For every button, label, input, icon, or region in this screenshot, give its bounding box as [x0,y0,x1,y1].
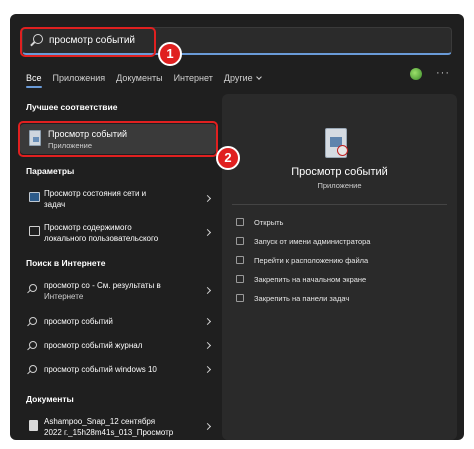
tab-apps[interactable]: Приложения [53,73,106,83]
section-best-match: Лучшее соответствие [26,102,118,112]
detail-panel: Просмотр событий Приложение Открыть Запу… [222,94,457,440]
list-item[interactable]: просмотр со - См. результаты в Интернете [20,278,216,304]
chevron-right-icon [203,341,212,350]
item-line1: просмотр событий журнал [44,341,143,350]
section-settings: Параметры [26,166,75,176]
callout-badge-1: 1 [158,42,182,66]
section-web-search: Поиск в Интернете [26,258,106,268]
pin-icon [236,275,244,283]
tab-more-label: Другие [223,73,253,83]
list-item[interactable]: Просмотр состояния сети и задач [20,186,216,212]
filter-tabs: Все Приложения Документы Интернет Другие [26,69,272,88]
tab-all[interactable]: Все [26,73,42,88]
chevron-right-icon [203,228,212,237]
shield-icon [236,237,244,245]
chevron-right-icon [203,286,212,295]
action-label: Открыть [254,218,284,227]
list-item[interactable]: просмотр событий журнал [20,336,216,354]
folder-icon [236,256,244,264]
action-label: Закрепить на начальном экране [254,275,367,284]
action-label: Закрепить на панели задач [254,294,350,303]
search-icon [29,365,37,373]
chevron-right-icon [203,365,212,374]
chevron-right-icon [203,317,212,326]
list-item[interactable]: Просмотр содержимого локального пользоват… [20,220,216,246]
search-icon [29,317,37,325]
item-line1: Ashampoo_Snap_12 сентября [44,417,156,426]
search-icon [29,284,37,292]
item-line2: задач [44,200,66,209]
chevron-right-icon [203,194,212,203]
detail-title: Просмотр событий [291,166,388,178]
start-search-window: просмотр событий Все Приложения Документ… [10,14,464,440]
action-label: Запуск от имени администратора [254,237,371,246]
chevron-down-icon [255,74,262,80]
detail-subtitle: Приложение [317,181,362,190]
item-line1: Просмотр содержимого [44,223,132,232]
list-item[interactable]: просмотр событий windows 10 [20,360,216,378]
item-line2: Интернете [44,292,84,301]
window-icon [29,226,40,236]
list-item[interactable]: Ashampoo_Snap_12 сентября 2022 г._15h28m4… [20,414,216,440]
open-icon [236,218,244,226]
avatar[interactable] [410,68,422,80]
tab-web[interactable]: Интернет [174,73,213,83]
callout-highlight-result [18,121,218,157]
tab-more[interactable]: Другие [223,73,262,83]
item-line2: локального пользовательского [44,234,159,243]
network-icon [29,192,40,202]
divider [232,204,447,205]
item-line1: просмотр со - См. результаты в [44,281,161,290]
pin-icon [236,294,244,302]
more-options-button[interactable]: ··· [436,67,450,79]
event-viewer-icon [325,128,348,158]
item-line2: 2022 г._15h28m41s_013_Просмотр [44,428,174,437]
tab-documents[interactable]: Документы [116,73,162,83]
callout-highlight-search [20,27,156,57]
item-line1: просмотр событий [44,317,113,326]
item-line1: просмотр событий windows 10 [44,365,157,374]
image-file-icon [29,420,38,431]
item-line1: Просмотр состояния сети и [44,189,147,198]
chevron-right-icon [203,422,212,431]
section-documents: Документы [26,394,74,404]
callout-badge-2: 2 [216,146,240,170]
search-icon [29,341,37,349]
action-label: Перейти к расположению файла [254,256,369,265]
list-item[interactable]: просмотр событий [20,312,216,330]
